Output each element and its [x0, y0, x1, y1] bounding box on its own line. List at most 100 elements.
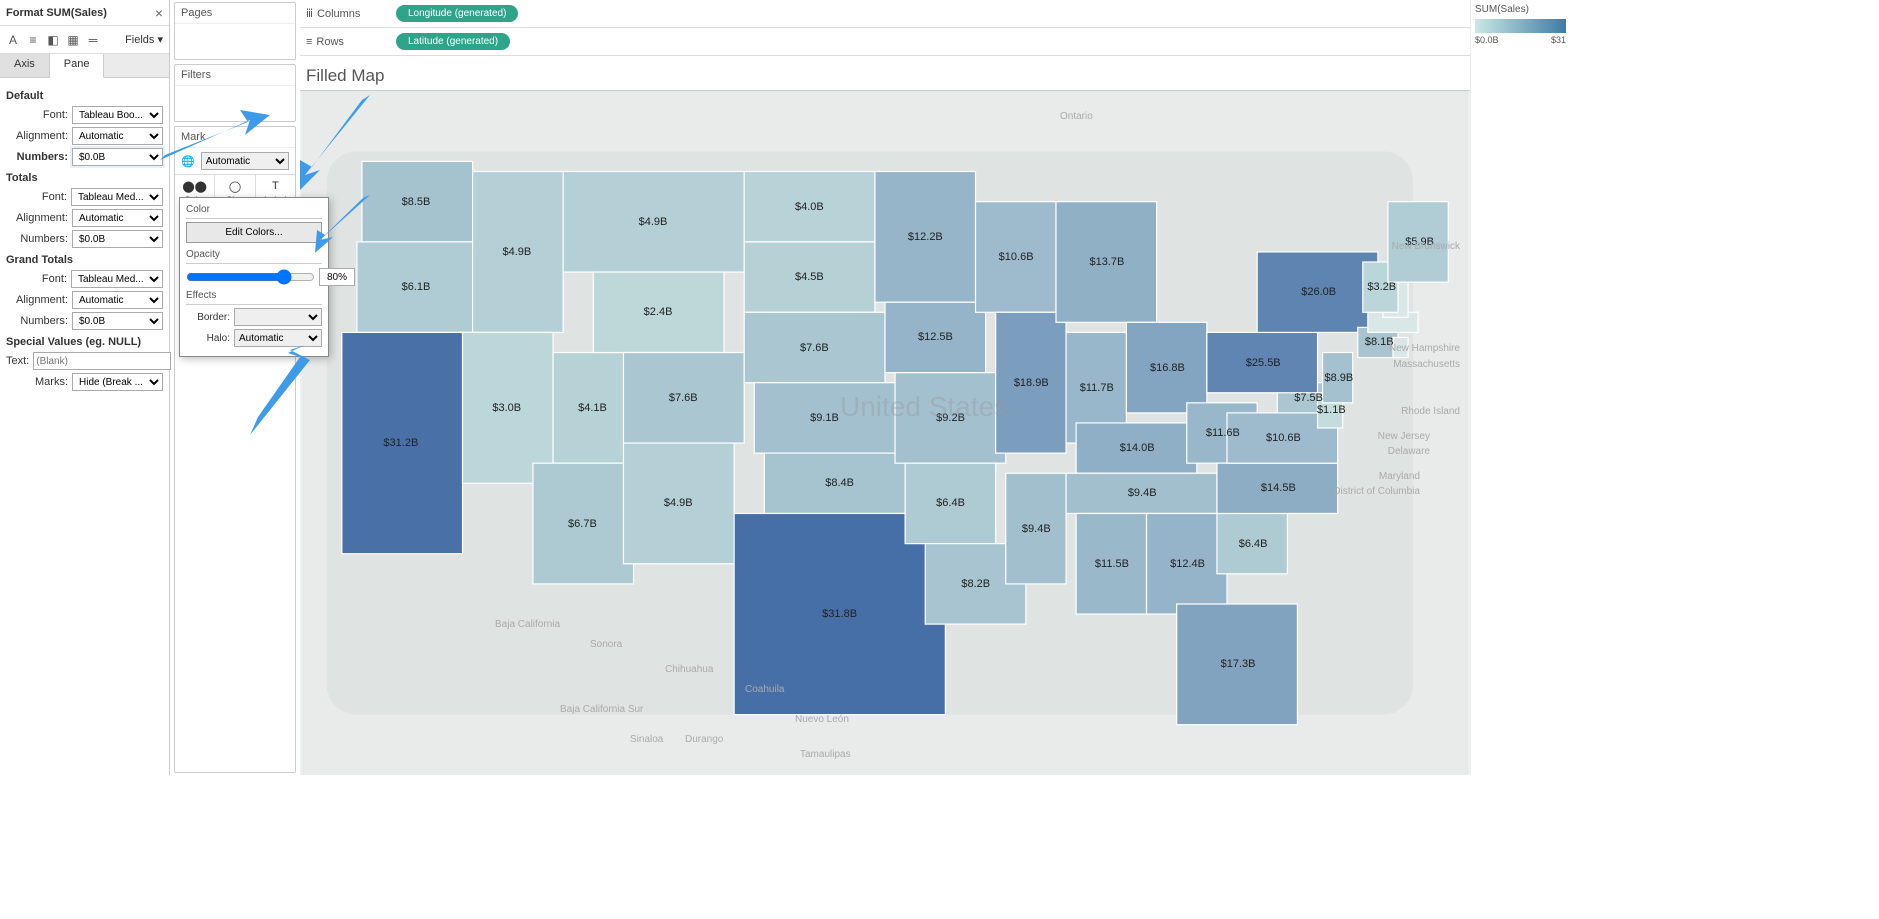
viz-title[interactable]: Filled Map — [300, 56, 1470, 90]
state-label: $8.5B — [402, 196, 431, 208]
state-label: $31.8B — [822, 608, 857, 620]
bg-newbrunswick: New Brunswick — [1392, 241, 1460, 252]
bg-coahuila: Coahuila — [745, 684, 784, 695]
state-label: $6.4B — [1239, 538, 1268, 550]
color-popup: Color Edit Colors... Opacity Effects Bor… — [179, 197, 329, 357]
rows-shelf[interactable]: ≡Rows Latitude (generated) — [300, 28, 1470, 56]
bg-newhampshire: New Hampshire — [1389, 343, 1460, 354]
opacity-input[interactable] — [319, 268, 355, 286]
bg-bajaca: Baja California — [495, 619, 560, 630]
close-icon[interactable]: × — [155, 5, 163, 21]
totals-numbers-label: Numbers: — [6, 233, 68, 245]
lines-icon[interactable]: ═ — [86, 33, 100, 47]
gt-font-label: Font: — [6, 273, 67, 285]
format-toolbar: A ≡ ◧ ▦ ═ Fields ▾ — [0, 26, 169, 54]
state-label: $7.6B — [800, 342, 829, 354]
gt-align-select[interactable]: Automatic — [72, 291, 163, 309]
rows-label: ≡Rows — [306, 36, 386, 48]
state-label: $4.9B — [664, 497, 693, 509]
bg-ontario: Ontario — [1060, 111, 1093, 122]
filters-title: Filters — [175, 65, 295, 86]
edit-colors-button[interactable]: Edit Colors... — [186, 222, 322, 243]
bg-rhodeisland: Rhode Island — [1401, 406, 1460, 417]
gt-align-label: Alignment: — [6, 294, 68, 306]
bg-doc: District of Columbia — [1333, 486, 1420, 497]
special-marks-select[interactable]: Hide (Break ... — [72, 373, 163, 391]
state-label: $11.7B — [1080, 382, 1114, 394]
legend-max: $31 — [1551, 35, 1566, 45]
opacity-slider[interactable] — [186, 269, 315, 285]
shading-icon[interactable]: ◧ — [46, 33, 60, 47]
bg-maryland: Maryland — [1379, 471, 1420, 482]
totals-font-select[interactable]: Tableau Med... — [71, 188, 163, 206]
state-label: $8.9B — [1325, 372, 1354, 384]
bg-newjersey: New Jersey — [1378, 431, 1430, 442]
state-label: $14.5B — [1261, 482, 1296, 494]
format-title: Format SUM(Sales) — [6, 7, 107, 19]
state-label: $9.1B — [810, 412, 839, 424]
special-text-label: Text: — [6, 355, 29, 367]
state-label: $25.5B — [1246, 357, 1281, 369]
default-font-select[interactable]: Tableau Boo... — [72, 106, 163, 124]
gt-numbers-label: Numbers: — [6, 315, 68, 327]
legend-min: $0.0B — [1475, 35, 1499, 45]
gt-font-select[interactable]: Tableau Med... — [71, 270, 163, 288]
mark-type-select[interactable]: Automatic — [201, 152, 289, 170]
fields-dropdown[interactable]: Fields ▾ — [125, 33, 163, 46]
bg-sinaloa: Sinaloa — [630, 734, 663, 745]
totals-align-select[interactable]: Automatic — [72, 209, 163, 227]
totals-heading: Totals — [6, 172, 163, 184]
state-label: $7.5B — [1294, 392, 1323, 404]
state-label: $6.4B — [936, 497, 965, 509]
columns-shelf[interactable]: ⅲColumns Longitude (generated) — [300, 0, 1470, 28]
filters-card[interactable]: Filters — [174, 64, 296, 122]
cp-color-label: Color — [186, 204, 322, 215]
legend-title: SUM(Sales) — [1475, 4, 1566, 15]
state-label: $2.4B — [644, 306, 673, 318]
rows-icon: ≡ — [306, 36, 312, 48]
totals-align-label: Alignment: — [6, 212, 68, 224]
default-numbers-label: Numbers: — [6, 151, 68, 163]
totals-font-label: Font: — [6, 191, 67, 203]
cp-effects-label: Effects — [186, 290, 322, 301]
state-label: $4.0B — [795, 201, 824, 213]
bg-chihuahua: Chihuahua — [665, 664, 713, 675]
default-align-select[interactable]: Automatic — [72, 127, 163, 145]
totals-numbers-select[interactable]: $0.0B — [72, 230, 163, 248]
state-label: $11.6B — [1206, 427, 1240, 439]
special-text-input[interactable] — [33, 352, 171, 370]
alignment-icon[interactable]: ≡ — [26, 33, 40, 47]
state-label: $9.4B — [1022, 523, 1051, 535]
state-label: $1.1B — [1317, 404, 1346, 416]
bg-tamaulipas: Tamaulipas — [800, 749, 851, 760]
state-label: $17.3B — [1221, 658, 1256, 670]
pages-title: Pages — [175, 3, 295, 24]
special-heading: Special Values (eg. NULL) — [6, 336, 163, 348]
columns-icon: ⅲ — [306, 7, 313, 20]
state-label: $18.9B — [1014, 377, 1049, 389]
halo-select[interactable]: Automatic — [234, 329, 322, 347]
tab-axis[interactable]: Axis — [0, 54, 50, 77]
font-icon[interactable]: A — [6, 33, 20, 47]
pages-card[interactable]: Pages — [174, 2, 296, 60]
rows-pill[interactable]: Latitude (generated) — [396, 33, 510, 50]
default-font-label: Font: — [6, 109, 68, 121]
gt-numbers-select[interactable]: $0.0B — [72, 312, 163, 330]
tab-pane[interactable]: Pane — [50, 54, 105, 78]
default-numbers-select[interactable]: $0.0B — [72, 148, 163, 166]
state-label: $9.4B — [1128, 487, 1157, 499]
legend-gradient[interactable] — [1475, 19, 1566, 33]
viz-area[interactable]: $8.5B$6.1B$31.2B$4.9B$4.9B$3.0B$4.1B$6.7… — [300, 90, 1470, 775]
state-label: $4.1B — [578, 402, 607, 414]
state-label: $26.0B — [1301, 286, 1336, 298]
state-label: $11.5B — [1095, 558, 1129, 570]
border-select[interactable] — [234, 308, 322, 326]
map-icon: 🌐 — [181, 155, 195, 168]
format-panel: Format SUM(Sales) × A ≡ ◧ ▦ ═ Fields ▾ A… — [0, 0, 170, 775]
default-heading: Default — [6, 90, 163, 102]
state-label: $12.5B — [918, 331, 953, 343]
state-label: $3.2B — [1367, 281, 1396, 293]
columns-pill[interactable]: Longitude (generated) — [396, 5, 518, 22]
state-label: $10.6B — [999, 251, 1034, 263]
borders-icon[interactable]: ▦ — [66, 33, 80, 47]
